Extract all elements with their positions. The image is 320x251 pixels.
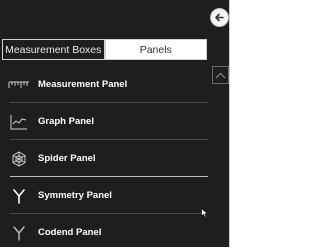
tab-bar: Measurement Boxes Panels <box>2 39 207 60</box>
mouse-pointer-icon <box>201 208 208 218</box>
list-item-label: Graph Panel <box>38 116 94 127</box>
list-item-label: Spider Panel <box>38 153 96 164</box>
tab-measurement-boxes[interactable]: Measurement Boxes <box>2 39 105 60</box>
list-item-codend-panel[interactable]: Codend Panel <box>0 214 210 251</box>
list-item-label: Codend Panel <box>38 227 102 238</box>
tab-label: Measurement Boxes <box>5 43 102 56</box>
ruler-icon <box>8 81 29 88</box>
symmetry-icon <box>13 188 25 204</box>
panel-list: Measurement Panel Graph Panel Spider Pan… <box>0 66 210 251</box>
tab-label: Panels <box>139 43 172 56</box>
list-item-graph-panel[interactable]: Graph Panel <box>0 103 210 140</box>
list-item-measurement-panel[interactable]: Measurement Panel <box>0 66 210 103</box>
panels-flyout: Measurement Boxes Panels Measurement Pan… <box>0 0 230 247</box>
list-item-spider-panel[interactable]: Spider Panel <box>0 140 210 177</box>
list-item-label: Measurement Panel <box>38 79 128 90</box>
arrow-left-icon <box>215 13 224 22</box>
list-item-label: Symmetry Panel <box>38 190 112 201</box>
graph-icon <box>10 114 27 129</box>
chevron-up-icon <box>215 72 226 78</box>
back-button[interactable] <box>210 8 229 27</box>
list-item-symmetry-panel[interactable]: Symmetry Panel <box>0 177 210 214</box>
spider-icon <box>12 150 26 167</box>
codend-icon <box>13 225 25 241</box>
tab-panels[interactable]: Panels <box>104 39 207 60</box>
scroll-up-button[interactable] <box>212 66 229 84</box>
